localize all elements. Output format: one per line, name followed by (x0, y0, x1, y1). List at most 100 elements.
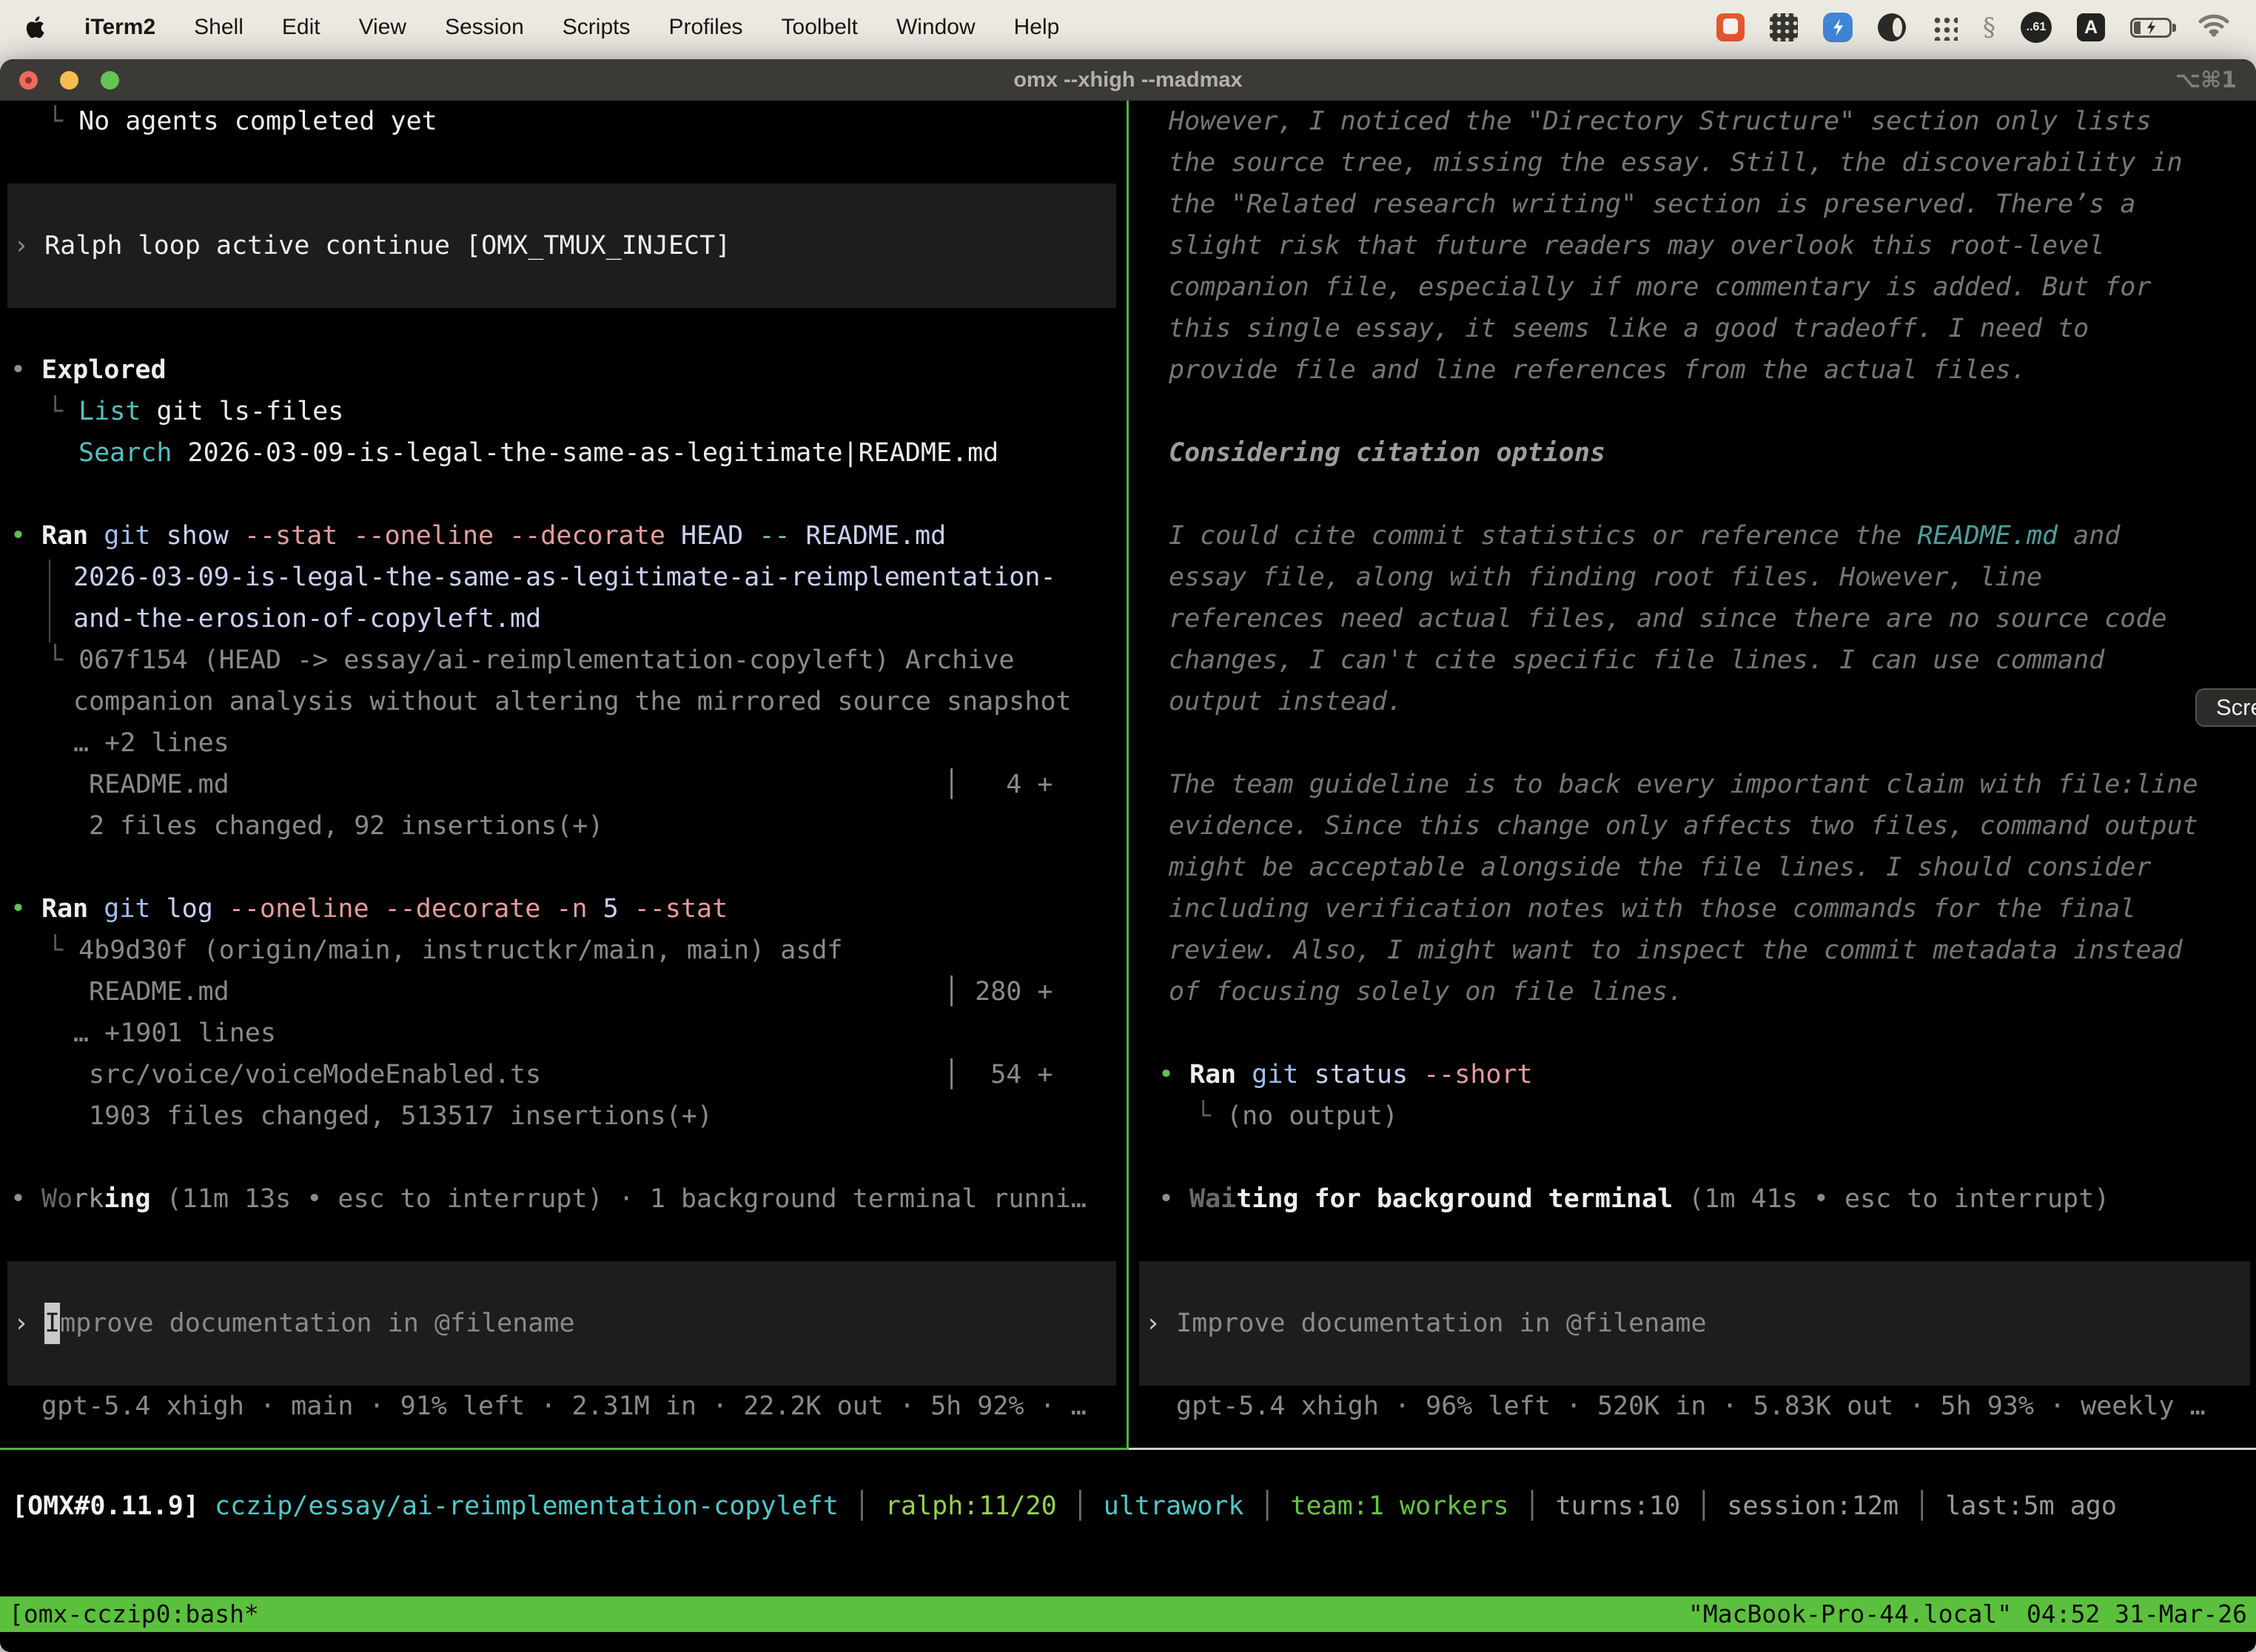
terminal[interactable]: └No agents completed yet ›Ralph loop act… (0, 101, 2256, 1652)
explored-list-line: └List git ls-files (0, 391, 1127, 432)
bullet-icon: • (10, 1178, 41, 1220)
git-show-stat-line: README.md│ 4 + (0, 764, 1127, 805)
reasoning-paragraph-line: this single essay, it seems like a good … (1129, 308, 2256, 349)
menu-bar-status-icons: § ..61 A (1716, 11, 2231, 44)
reasoning-paragraph-line: output instead. (1129, 681, 2256, 722)
left-pane[interactable]: └No agents completed yet ›Ralph loop act… (0, 101, 1127, 1448)
blue-bolt-icon[interactable] (1823, 13, 1853, 42)
bullet-icon: • (10, 515, 41, 557)
input-source-icon[interactable]: A (2077, 13, 2105, 41)
screenshot-app-icon[interactable] (1716, 13, 1745, 41)
agents-note-line: └No agents completed yet (0, 101, 1127, 142)
squiggle-icon[interactable]: § (1983, 13, 1995, 42)
bullet-icon: • (10, 888, 41, 930)
menu-shell[interactable]: Shell (194, 15, 244, 40)
session-timer: session:12m (1727, 1491, 1899, 1521)
omx-mode: ultrawork (1104, 1491, 1244, 1521)
waiting-status-line: •Waiting for background terminal (1m 41s… (1129, 1178, 2256, 1220)
reasoning-paragraph-line: including verification notes with those … (1129, 888, 2256, 930)
close-button[interactable] (19, 71, 38, 90)
ralph-inject-box: ›Ralph loop active continue [OMX_TMUX_IN… (7, 184, 1116, 308)
window-title: omx --xhigh --madmax (1013, 68, 1242, 93)
menu-profiles[interactable]: Profiles (668, 15, 742, 40)
reasoning-paragraph-line: evidence. Since this change only affects… (1129, 805, 2256, 847)
crescent-icon[interactable] (1878, 13, 1906, 41)
git-show-output-line: companion analysis without altering the … (0, 681, 1127, 722)
zoom-button[interactable] (101, 71, 119, 90)
minimize-button[interactable] (60, 71, 78, 90)
screen-edge-tooltip: Scre (2195, 688, 2256, 727)
battery-icon[interactable] (2130, 18, 2172, 38)
menu-scripts[interactable]: Scripts (563, 15, 631, 40)
window-titlebar[interactable]: omx --xhigh --madmax ⌥⌘1 (0, 59, 2256, 101)
tmux-session-name[interactable]: [omx-cczip0:bash* (9, 1594, 259, 1635)
menu-session[interactable]: Session (445, 15, 524, 40)
reasoning-paragraph-line: of focusing solely on file lines. (1129, 971, 2256, 1013)
tree-corner-icon: └ (47, 107, 63, 136)
model-status-left: gpt-5.4 xhigh · main · 91% left · 2.31M … (0, 1386, 1127, 1427)
git-status-output-line: └(no output) (1129, 1095, 2256, 1137)
reasoning-paragraph-line: The team guideline is to back every impo… (1129, 764, 2256, 805)
menu-view[interactable]: View (359, 15, 406, 40)
menu-help[interactable]: Help (1014, 15, 1060, 40)
keypad-shield-icon[interactable] (1770, 13, 1798, 41)
git-show-command: •Ran git show --stat --oneline --decorat… (0, 515, 1127, 557)
bullet-icon: • (1158, 1054, 1189, 1095)
prompt-chevron-icon: › (13, 1303, 29, 1344)
tree-corner-icon: └ (1195, 1101, 1211, 1131)
prompt-chevron-icon: › (13, 225, 29, 266)
tree-corner-icon: └ (47, 936, 63, 965)
prompt-input-right[interactable]: ›Improve documentation in @filename (1139, 1261, 2250, 1386)
reasoning-paragraph-line: companion file, especially if more comme… (1129, 266, 2256, 308)
git-show-wrap-line: 2026-03-09-is-legal-the-same-as-legitima… (0, 557, 1127, 598)
reasoning-paragraph-line: the source tree, missing the essay. Stil… (1129, 142, 2256, 184)
terminal-cursor: I (44, 1303, 60, 1344)
pane-bottom-separator (0, 1448, 2256, 1450)
last-activity: last:5m ago (1945, 1491, 2117, 1521)
git-log-output-line: … +1901 lines (0, 1013, 1127, 1054)
apple-menu-icon[interactable] (25, 15, 47, 40)
git-show-wrap-line: and-the-erosion-of-copyleft.md (0, 598, 1127, 639)
omx-status-bar: [OMX#0.11.9] cczip/essay/ai-reimplementa… (0, 1450, 2256, 1596)
git-status-command: •Ran git status --short (1129, 1054, 2256, 1095)
git-log-stat-line: README.md│ 280 + (0, 971, 1127, 1013)
tmux-status-bar: [omx-cczip0:bash* "MacBook-Pro-44.local"… (0, 1596, 2256, 1632)
right-pane[interactable]: However, I noticed the "Directory Struct… (1129, 101, 2256, 1448)
traffic-lights (19, 71, 119, 90)
team-workers: team:1 workers (1291, 1491, 1509, 1521)
reasoning-heading: Considering citation options (1129, 432, 2256, 474)
reasoning-paragraph-line: provide file and line references from th… (1129, 349, 2256, 391)
tmux-host-clock: "MacBook-Pro-44.local" 04:52 31-Mar-26 (1688, 1594, 2247, 1635)
git-log-stat-line: src/voice/voiceModeEnabled.ts│ 54 + (0, 1054, 1127, 1095)
git-show-summary-line: 2 files changed, 92 insertions(+) (0, 805, 1127, 847)
turns-counter: turns:10 (1556, 1491, 1681, 1521)
menu-window[interactable]: Window (896, 15, 976, 40)
reasoning-paragraph-line: the "Related research writing" section i… (1129, 184, 2256, 225)
reasoning-paragraph-line: references need actual files, and since … (1129, 598, 2256, 639)
omx-version: [OMX#0.11.9] (12, 1491, 199, 1521)
bullet-icon: • (1158, 1178, 1189, 1220)
badge-61-icon[interactable]: ..61 (2021, 12, 2052, 43)
git-show-output-line: … +2 lines (0, 722, 1127, 764)
reasoning-paragraph-line: changes, I can't cite specific file line… (1129, 639, 2256, 681)
wifi-icon[interactable] (2197, 11, 2231, 44)
model-status-right: gpt-5.4 xhigh · 96% left · 520K in · 5.8… (1129, 1386, 2256, 1427)
dots-grid-icon[interactable] (1931, 14, 1958, 41)
iterm2-window: omx --xhigh --madmax ⌥⌘1 └No agents comp… (0, 59, 2256, 1652)
menu-bar: iTerm2 Shell Edit View Session Scripts P… (0, 0, 2256, 55)
git-show-output-line: └067f154 (HEAD -> essay/ai-reimplementat… (0, 639, 1127, 681)
menu-edit[interactable]: Edit (282, 15, 320, 40)
reasoning-paragraph-line: essay file, along with finding root file… (1129, 557, 2256, 598)
explored-search-line: Search 2026-03-09-is-legal-the-same-as-l… (0, 432, 1127, 474)
reasoning-paragraph-line: I could cite commit statistics or refere… (1129, 515, 2256, 557)
ralph-counter: ralph:11/20 (885, 1491, 1057, 1521)
app-menu-iterm2[interactable]: iTerm2 (84, 15, 155, 40)
reasoning-paragraph-line: might be acceptable alongside the file l… (1129, 847, 2256, 888)
bullet-icon: • (10, 349, 41, 391)
menu-toolbelt[interactable]: Toolbelt (782, 15, 858, 40)
prompt-input-left[interactable]: ›Improve documentation in @filename (7, 1261, 1116, 1386)
git-log-output-line: └4b9d30f (origin/main, instructkr/main, … (0, 930, 1127, 971)
omx-branch-path: cczip/essay/ai-reimplementation-copyleft (215, 1491, 839, 1521)
reasoning-paragraph-line: However, I noticed the "Directory Struct… (1129, 101, 2256, 142)
reasoning-paragraph-line: slight risk that future readers may over… (1129, 225, 2256, 266)
